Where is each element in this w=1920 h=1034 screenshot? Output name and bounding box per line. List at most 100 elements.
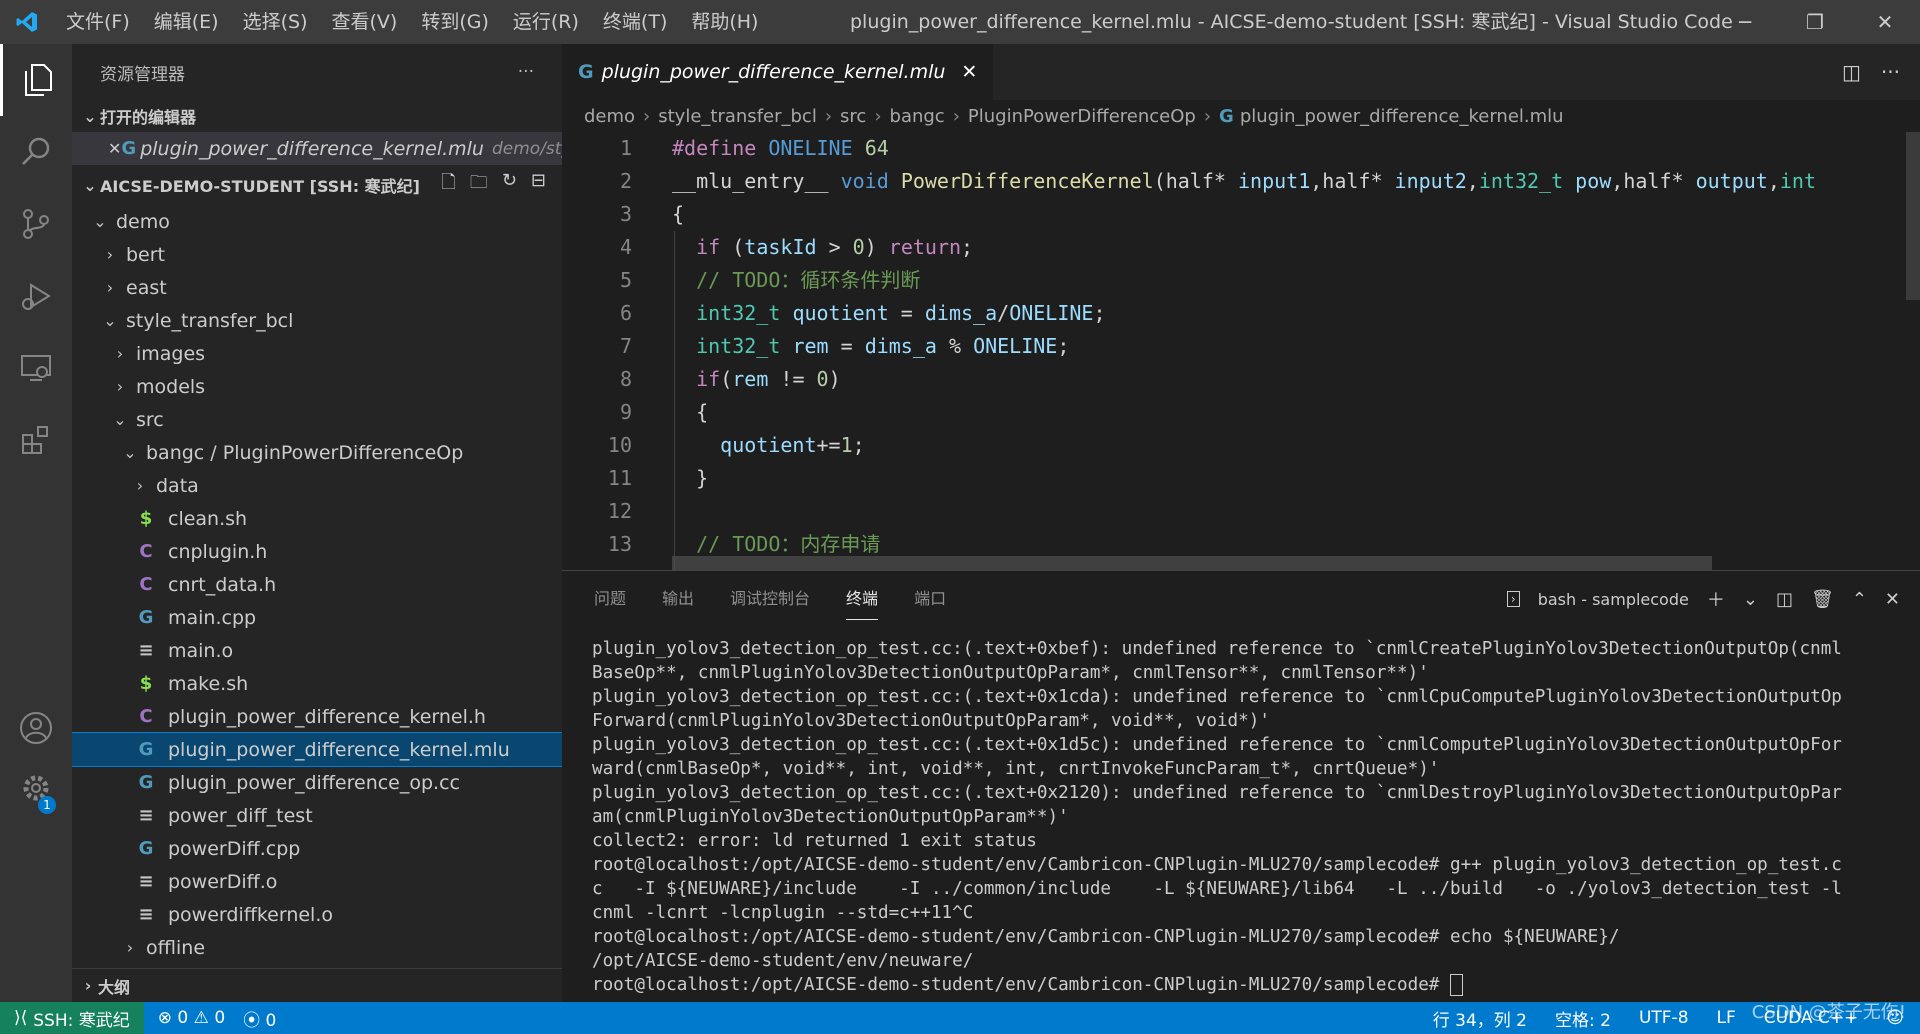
- maximize-panel-icon[interactable]: ⌃: [1852, 589, 1867, 610]
- tree-item[interactable]: › images: [72, 337, 562, 370]
- tree-item[interactable]: Ccnrt_data.h: [72, 568, 562, 601]
- run-debug-icon[interactable]: [0, 260, 72, 332]
- split-editor-icon[interactable]: ◫: [1842, 60, 1861, 84]
- vscode-logo-icon: [0, 0, 54, 44]
- terminal-name[interactable]: bash - samplecode: [1538, 590, 1689, 609]
- outline-header[interactable]: › 大纲: [72, 968, 562, 1002]
- terminal-line: ward(cnmlBaseOp*, void**, int, void**, i…: [592, 759, 1440, 779]
- split-terminal-icon[interactable]: ◫: [1776, 589, 1793, 610]
- close-panel-icon[interactable]: ✕: [1885, 589, 1900, 610]
- menu-selection[interactable]: 选择(S): [231, 0, 320, 44]
- more-actions-icon[interactable]: ···: [1881, 60, 1900, 84]
- tree-item-label: demo: [116, 210, 170, 233]
- collapse-all-icon[interactable]: ⊟: [531, 170, 546, 200]
- extensions-icon[interactable]: [0, 404, 72, 476]
- encoding[interactable]: UTF-8: [1639, 1008, 1689, 1028]
- add-terminal-icon[interactable]: ＋: [1707, 586, 1725, 612]
- tree-item[interactable]: Cplugin_power_difference_kernel.h: [72, 700, 562, 733]
- chevron-right-icon: ›: [116, 377, 124, 396]
- editor-tab-active[interactable]: G plugin_power_difference_kernel.mlu ✕: [562, 44, 994, 100]
- menu-view[interactable]: 查看(V): [320, 0, 410, 44]
- tree-item[interactable]: ⌄ demo: [72, 205, 562, 238]
- tree-item[interactable]: Gplugin_power_difference_op.cc: [72, 766, 562, 799]
- trash-icon[interactable]: 🗑: [1811, 589, 1834, 610]
- close-icon[interactable]: ✕: [961, 61, 977, 83]
- ports-status[interactable]: ⦿ 0: [243, 1006, 276, 1031]
- menu-run[interactable]: 运行(R): [501, 0, 591, 44]
- close-icon[interactable]: ✕: [108, 139, 121, 158]
- tree-item[interactable]: › data: [72, 469, 562, 502]
- terminal-line: root@localhost:/opt/AICSE-demo-student/e…: [592, 927, 1620, 947]
- new-folder-icon[interactable]: 🗀: [470, 170, 488, 200]
- indentation[interactable]: 空格: 2: [1555, 1006, 1611, 1031]
- cpp-file-icon: G: [138, 607, 154, 628]
- breadcrumb-item[interactable]: demo: [584, 106, 635, 127]
- tree-item[interactable]: ⌄ style_transfer_bcl: [72, 304, 562, 337]
- breadcrumb: demo › style_transfer_bcl › src › bangc › Pl…: [584, 105, 1564, 127]
- breadcrumb-item[interactable]: PluginPowerDifferenceOp: [968, 106, 1196, 127]
- minimize-icon[interactable]: ─: [1710, 0, 1780, 44]
- breadcrumb-item[interactable]: bangc: [890, 106, 945, 127]
- tree-item[interactable]: ≡ powerdiffkernel.o: [72, 898, 562, 931]
- settings-gear-icon[interactable]: 1: [0, 752, 72, 824]
- more-actions-icon[interactable]: ···: [518, 62, 534, 82]
- tree-item[interactable]: $ clean.sh: [72, 502, 562, 535]
- code-line: 12: [607, 499, 632, 523]
- menu-terminal[interactable]: 终端(T): [591, 0, 679, 44]
- tree-item[interactable]: ≡ main.o: [72, 634, 562, 667]
- tree-item-label: powerDiff.o: [168, 870, 278, 893]
- tree-item[interactable]: › east: [72, 271, 562, 304]
- tree-item[interactable]: › models: [72, 370, 562, 403]
- menu-file[interactable]: 文件(F): [54, 0, 142, 44]
- horizontal-scrollbar[interactable]: [672, 556, 1712, 570]
- breadcrumb-item[interactable]: style_transfer_bcl: [658, 106, 817, 127]
- menu-help[interactable]: 帮助(H): [679, 0, 770, 44]
- tree-item[interactable]: ⌄ bangc / PluginPowerDifferenceOp: [72, 436, 562, 469]
- explorer-sidebar: 资源管理器 ··· ⌄ 打开的编辑器 ✕ G plugin_power_diff…: [72, 44, 562, 1002]
- chevron-down-icon[interactable]: ⌄: [1743, 589, 1758, 610]
- workspace-header[interactable]: ⌄ AICSE-DEMO-STUDENT [SSH: 寒武纪] 🗋 🗀 ↻ ⊟: [72, 165, 562, 205]
- vertical-scrollbar[interactable]: [1906, 132, 1920, 300]
- end-of-line[interactable]: LF: [1717, 1008, 1736, 1028]
- code-line: 5 // TODO：循环条件判断: [619, 268, 921, 292]
- tree-item[interactable]: Gmain.cpp: [72, 601, 562, 634]
- code-area[interactable]: 1 #define ONELINE 64 2 __mlu_entry__ void …: [562, 132, 1902, 570]
- tab-debug-console[interactable]: 调试控制台: [730, 571, 810, 627]
- open-editors-header[interactable]: ⌄ 打开的编辑器: [72, 100, 562, 132]
- tree-item[interactable]: › offline: [72, 931, 562, 964]
- menu-edit[interactable]: 编辑(E): [142, 0, 231, 44]
- tree-item[interactable]: GpowerDiff.cpp: [72, 832, 562, 865]
- tab-ports[interactable]: 端口: [914, 571, 946, 627]
- terminal-line: plugin_yolov3_detection_op_test.cc:(.tex…: [592, 735, 1842, 755]
- open-editor-item[interactable]: ✕ G plugin_power_difference_kernel.mlu d…: [72, 132, 562, 165]
- tree-item-label: data: [156, 474, 199, 497]
- remote-indicator[interactable]: ⟩⟨ SSH: 寒武纪: [0, 1002, 144, 1034]
- problems-status[interactable]: ⊗ 0 ⚠ 0: [158, 1008, 225, 1028]
- tab-problems[interactable]: 问题: [594, 571, 626, 627]
- tree-item[interactable]: ≡ power_diff_test: [72, 799, 562, 832]
- tree-item[interactable]: ⌄ src: [72, 403, 562, 436]
- code-line: 10 quotient+=1;: [607, 433, 865, 457]
- breadcrumb-item[interactable]: src: [840, 106, 866, 127]
- breadcrumb-item[interactable]: plugin_power_difference_kernel.mlu: [1240, 106, 1564, 127]
- tree-item[interactable]: Gplugin_power_difference_kernel.mlu: [72, 732, 562, 767]
- tree-item[interactable]: Ccnplugin.h: [72, 535, 562, 568]
- remote-explorer-icon[interactable]: [0, 332, 72, 404]
- search-icon[interactable]: [0, 116, 72, 188]
- terminal-output[interactable]: plugin_yolov3_detection_op_test.cc:(.tex…: [592, 637, 1892, 997]
- restore-icon[interactable]: ❐: [1780, 0, 1850, 44]
- tab-output[interactable]: 输出: [662, 571, 694, 627]
- tree-item[interactable]: › bert: [72, 238, 562, 271]
- chevron-right-icon: ›: [106, 278, 114, 297]
- tab-terminal[interactable]: 终端: [846, 579, 879, 620]
- close-window-icon[interactable]: ✕: [1850, 0, 1920, 44]
- refresh-icon[interactable]: ↻: [502, 170, 517, 200]
- menu-go[interactable]: 转到(G): [409, 0, 501, 44]
- explorer-icon[interactable]: [0, 44, 75, 116]
- code-line: 9 {: [619, 400, 709, 424]
- tree-item[interactable]: $ make.sh: [72, 667, 562, 700]
- source-control-icon[interactable]: [0, 188, 72, 260]
- new-file-icon[interactable]: 🗋: [441, 170, 455, 200]
- cursor-position[interactable]: 行 34，列 2: [1433, 1006, 1527, 1031]
- tree-item[interactable]: ≡ powerDiff.o: [72, 865, 562, 898]
